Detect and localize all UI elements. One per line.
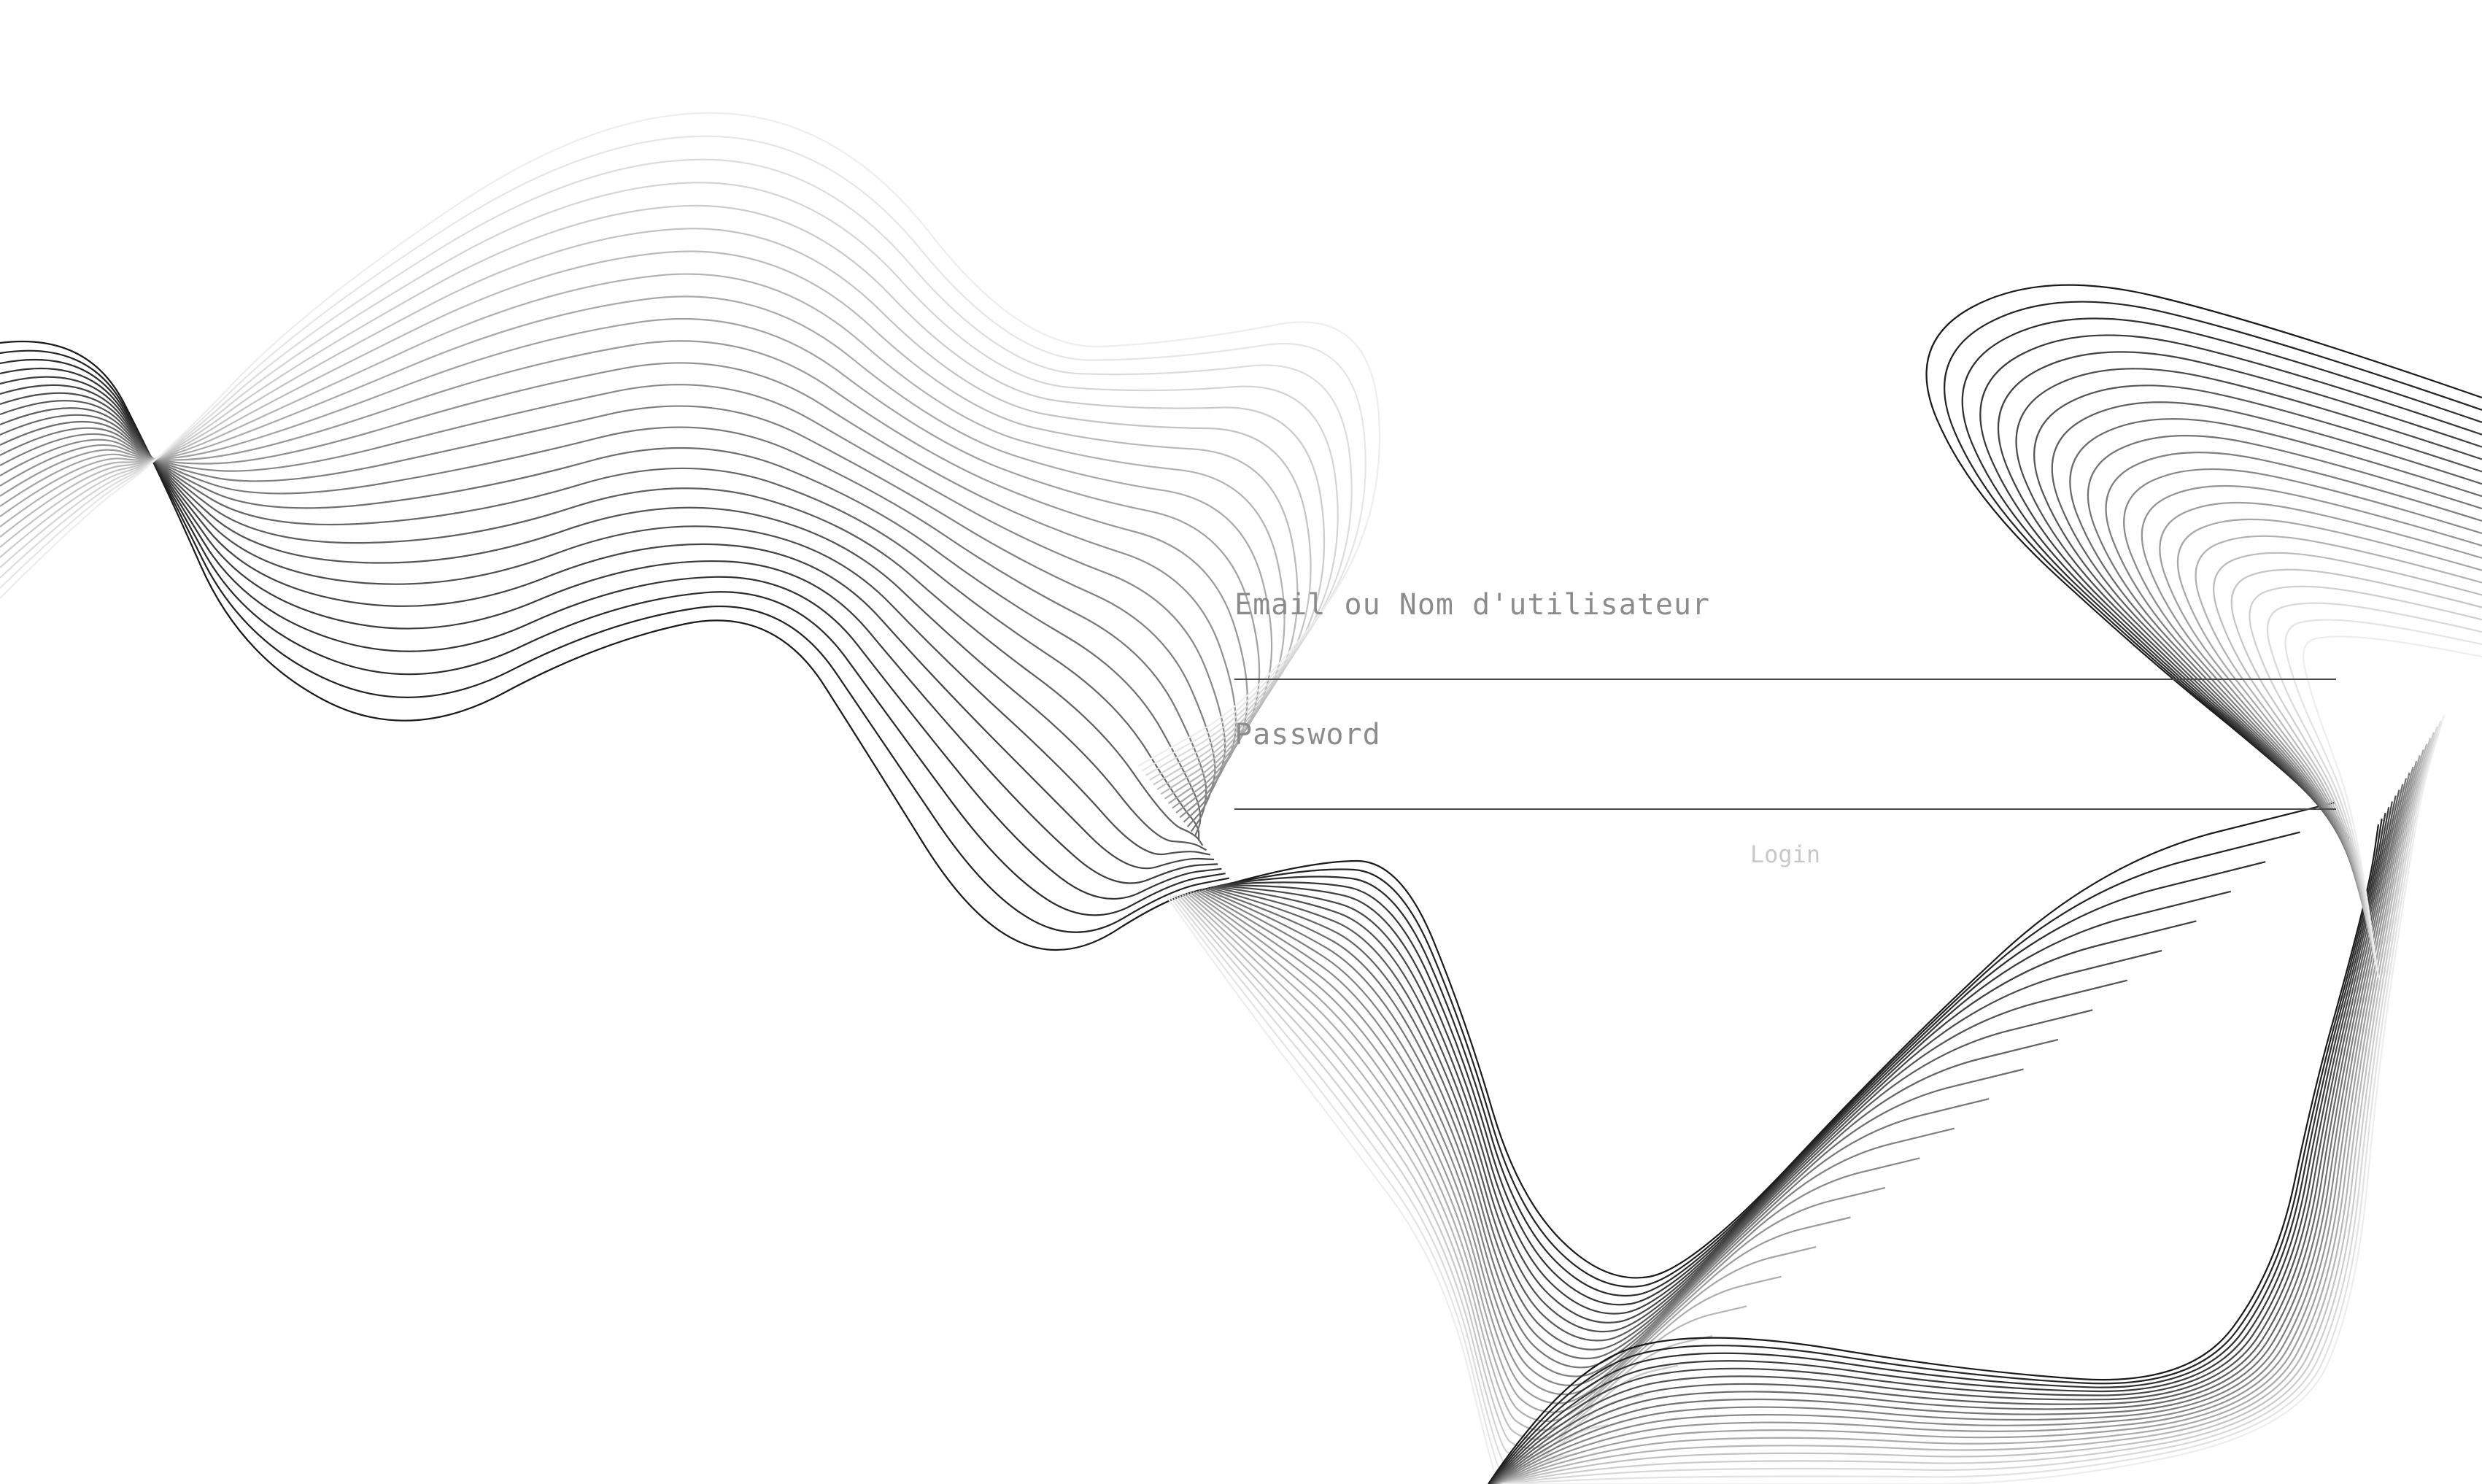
lower-wave-line [1189, 892, 1817, 1413]
lower-wave-line [1175, 894, 1644, 1458]
left-wave-line [0, 204, 1326, 786]
left-wave-line [0, 407, 1204, 846]
left-wave-line [0, 414, 1200, 841]
lower-wave-line [1178, 894, 1678, 1449]
left-wave-line [0, 273, 1286, 800]
lower-wave-line [1207, 887, 2024, 1359]
left-wave-line [0, 182, 1339, 781]
left-wave-line [0, 400, 1207, 851]
lower-wave-line [1167, 897, 1539, 1484]
login-page: Email ou Nom d'utilisateur Password Logi… [0, 0, 2482, 1484]
left-wave-line [0, 376, 1218, 884]
lower-wave-line [1195, 890, 1886, 1396]
lower-wave-line [1213, 886, 2093, 1342]
login-form: Email ou Nom d'utilisateur Password Logi… [1234, 576, 2339, 873]
email-field-container: Email ou Nom d'utilisateur [1234, 576, 2339, 680]
lower-wave-line [1210, 886, 2059, 1350]
lower-wave-line [1192, 891, 1851, 1404]
lower-wave-line [1215, 886, 2127, 1333]
email-input[interactable] [1234, 576, 2339, 680]
bottom-wave-line [1495, 766, 2414, 1484]
left-wave-line [0, 420, 1202, 837]
lower-wave-line [1172, 895, 1609, 1467]
lower-wave-line [1204, 888, 1990, 1369]
password-input[interactable] [1234, 706, 2339, 810]
left-wave-line [0, 112, 1381, 767]
password-field-container: Password [1234, 706, 2339, 810]
login-button[interactable]: Login [1741, 836, 1829, 873]
left-wave-line [0, 317, 1261, 809]
lower-wave-line [1198, 889, 1920, 1386]
